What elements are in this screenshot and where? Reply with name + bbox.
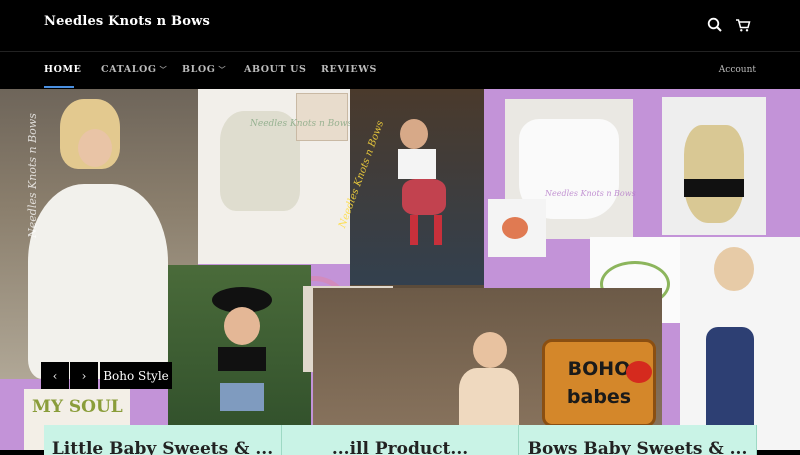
- ladybug-icon: [626, 361, 652, 383]
- promo-card-title: Little Baby Sweets & ...: [51, 439, 274, 455]
- slideshow-caption[interactable]: Boho Style: [100, 362, 172, 389]
- hero-photo-girl-overalls: [680, 237, 800, 450]
- nav-blog[interactable]: BLOG ﹀: [182, 64, 226, 75]
- brand-logo[interactable]: Needles Knots n Bows: [44, 14, 210, 29]
- nav-about-us-label: ABOUT US: [244, 64, 307, 75]
- nav-reviews[interactable]: REVIEWS: [321, 64, 377, 75]
- hero-photo-lace-romper: [198, 89, 350, 264]
- account-link[interactable]: Account: [719, 65, 756, 75]
- hero-photo-swimsuit: [662, 97, 766, 235]
- promo-card[interactable]: ...ill Product...: [282, 425, 519, 455]
- main-nav: HOME CATALOG ﹀ BLOG ﹀ ABOUT US REVIEWS Acc…: [0, 52, 800, 89]
- chevron-right-icon: ›: [81, 368, 87, 383]
- top-header: Needles Knots n Bows: [0, 0, 800, 52]
- my-soul-text: MY SOUL: [32, 397, 123, 417]
- nav-home-label: HOME: [44, 64, 82, 75]
- active-nav-indicator: [44, 86, 74, 88]
- hero-photo-hair-clip: [488, 199, 546, 257]
- hero-photo-toddler-bench: [350, 89, 484, 285]
- search-icon[interactable]: [706, 16, 724, 34]
- sign-line2: babes: [566, 386, 632, 408]
- nav-catalog[interactable]: CATALOG ﹀: [101, 64, 167, 75]
- watermark-text: Needles Knots n Bows: [25, 113, 39, 238]
- chevron-down-icon: ﹀: [159, 65, 168, 74]
- watermark-text: Needles Knots n Bows: [545, 189, 636, 198]
- nav-about-us[interactable]: ABOUT US: [244, 64, 306, 75]
- hero-photo-girl-black-hat: [168, 265, 311, 450]
- nav-blog-label: BLOG: [182, 64, 216, 75]
- watermark-text: Needles Knots n Bows: [250, 119, 353, 129]
- hero-slideshow[interactable]: Needles Knots n Bows Needles Knots n Bow…: [0, 89, 800, 450]
- promo-card-title: Bows Baby Sweets & ...: [527, 439, 748, 455]
- nav-home[interactable]: HOME: [44, 64, 81, 75]
- promo-card-title: ...ill Product...: [331, 439, 469, 455]
- boho-babes-sign: BOHO babes: [542, 339, 656, 427]
- nav-reviews-label: REVIEWS: [321, 64, 377, 75]
- slideshow-prev-button[interactable]: ‹: [41, 362, 69, 389]
- slideshow-next-button[interactable]: ›: [70, 362, 98, 389]
- promo-card[interactable]: Little Baby Sweets & ...: [44, 425, 282, 455]
- nav-catalog-label: CATALOG: [101, 64, 157, 75]
- chevron-down-icon: ﹀: [218, 65, 227, 74]
- promo-card[interactable]: Bows Baby Sweets & ...: [519, 425, 757, 455]
- cart-icon[interactable]: [734, 16, 752, 34]
- chevron-left-icon: ‹: [52, 368, 58, 383]
